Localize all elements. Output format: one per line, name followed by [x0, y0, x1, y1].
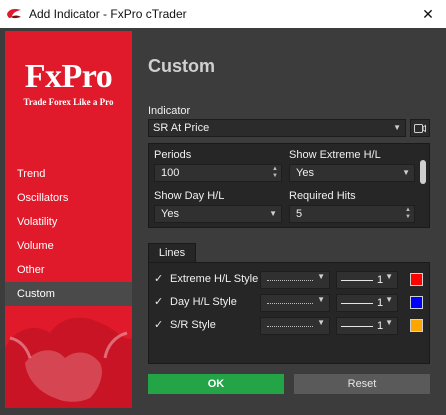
line-style-select[interactable]: ▼ [260, 271, 330, 289]
show-day-select[interactable]: Yes ▼ [154, 205, 282, 223]
show-extreme-value: Yes [296, 167, 314, 179]
sidebar: FxPro Trade Forex Like a Pro Trend Oscil… [5, 31, 132, 408]
line-width-value: 1 [377, 320, 384, 332]
sidebar-item-oscillators[interactable]: Oscillators [5, 186, 132, 210]
spinner-arrows-icon[interactable]: ▲ ▼ [405, 207, 411, 221]
line-width-select[interactable]: 1 ▼ [336, 271, 398, 289]
tab-lines[interactable]: Lines [148, 243, 196, 263]
line-width-value: 1 [377, 274, 384, 286]
periods-label: Periods [154, 149, 192, 161]
required-hits-label: Required Hits [289, 190, 356, 202]
line-row-extreme: ✓ Extreme H/L Style ▼ 1 ▼ [149, 271, 431, 289]
indicator-select[interactable]: SR At Price ▼ [148, 119, 406, 137]
show-day-value: Yes [161, 208, 179, 220]
color-swatch[interactable] [410, 296, 423, 309]
spinner-arrows-icon[interactable]: ▲ ▼ [272, 166, 278, 180]
indicator-label: Indicator [148, 105, 191, 117]
sidebar-item-volatility[interactable]: Volatility [5, 210, 132, 234]
line-label: Extreme H/L Style [170, 273, 259, 285]
params-scrollbar[interactable] [419, 148, 427, 223]
sidebar-item-volume[interactable]: Volume [5, 234, 132, 258]
line-label: S/R Style [170, 319, 216, 331]
line-width-select[interactable]: 1 ▼ [336, 317, 398, 335]
checkbox-check-icon[interactable]: ✓ [154, 273, 166, 285]
line-style-select[interactable]: ▼ [260, 317, 330, 335]
chevron-down-icon: ▼ [393, 123, 401, 132]
scrollbar-thumb[interactable] [420, 160, 426, 184]
reset-button[interactable]: Reset [294, 374, 430, 394]
close-icon[interactable]: ✕ [416, 0, 440, 28]
brand-logo: FxPro [24, 58, 113, 95]
chevron-down-icon: ▼ [385, 272, 393, 281]
color-swatch[interactable] [410, 319, 423, 332]
required-hits-input[interactable]: 5 ▲ ▼ [289, 205, 415, 223]
chevron-down-icon: ▼ [317, 318, 325, 327]
line-row-day: ✓ Day H/L Style ▼ 1 ▼ [149, 294, 431, 312]
sidebar-item-other[interactable]: Other [5, 258, 132, 282]
line-width-select[interactable]: 1 ▼ [336, 294, 398, 312]
chevron-down-icon: ▼ [269, 209, 277, 218]
line-row-sr: ✓ S/R Style ▼ 1 ▼ [149, 317, 431, 335]
periods-input[interactable]: 100 ▲ ▼ [154, 164, 282, 182]
indicator-settings-button[interactable] [410, 119, 430, 137]
required-hits-value: 5 [296, 208, 303, 220]
brand-tagline: Trade Forex Like a Pro [23, 97, 114, 107]
line-label: Day H/L Style [170, 296, 237, 308]
lines-panel: ✓ Extreme H/L Style ▼ 1 ▼ ✓ Day H/L Style… [148, 262, 430, 364]
bull-graphic-icon [5, 317, 132, 408]
sidebar-item-custom[interactable]: Custom [5, 282, 132, 306]
periods-value: 100 [161, 167, 180, 179]
chevron-down-icon: ▼ [385, 318, 393, 327]
chevron-down-icon: ▼ [402, 168, 410, 177]
chevron-down-icon: ▼ [385, 295, 393, 304]
title-bar: Add Indicator - FxPro cTrader ✕ [0, 0, 446, 28]
show-day-label: Show Day H/L [154, 190, 225, 202]
indicator-value: SR At Price [153, 122, 210, 134]
parameters-panel: Periods 100 ▲ ▼ Show Extreme H/L Yes ▼ Sh… [148, 143, 430, 228]
show-extreme-select[interactable]: Yes ▼ [289, 164, 415, 182]
sidebar-item-trend[interactable]: Trend [5, 162, 132, 186]
camera-icon [414, 123, 426, 133]
line-width-value: 1 [377, 297, 384, 309]
ok-button[interactable]: OK [148, 374, 284, 394]
window-title: Add Indicator - FxPro cTrader [29, 7, 187, 21]
dialog-body: FxPro Trade Forex Like a Pro Trend Oscil… [0, 28, 446, 415]
checkbox-check-icon[interactable]: ✓ [154, 296, 166, 308]
line-style-select[interactable]: ▼ [260, 294, 330, 312]
chevron-down-icon: ▼ [317, 272, 325, 281]
category-nav: Trend Oscillators Volatility Volume Othe… [5, 162, 132, 306]
chevron-down-icon: ▼ [317, 295, 325, 304]
color-swatch[interactable] [410, 273, 423, 286]
app-logo-icon [6, 7, 22, 21]
show-extreme-label: Show Extreme H/L [289, 149, 381, 161]
checkbox-check-icon[interactable]: ✓ [154, 319, 166, 331]
page-title: Custom [148, 56, 215, 76]
